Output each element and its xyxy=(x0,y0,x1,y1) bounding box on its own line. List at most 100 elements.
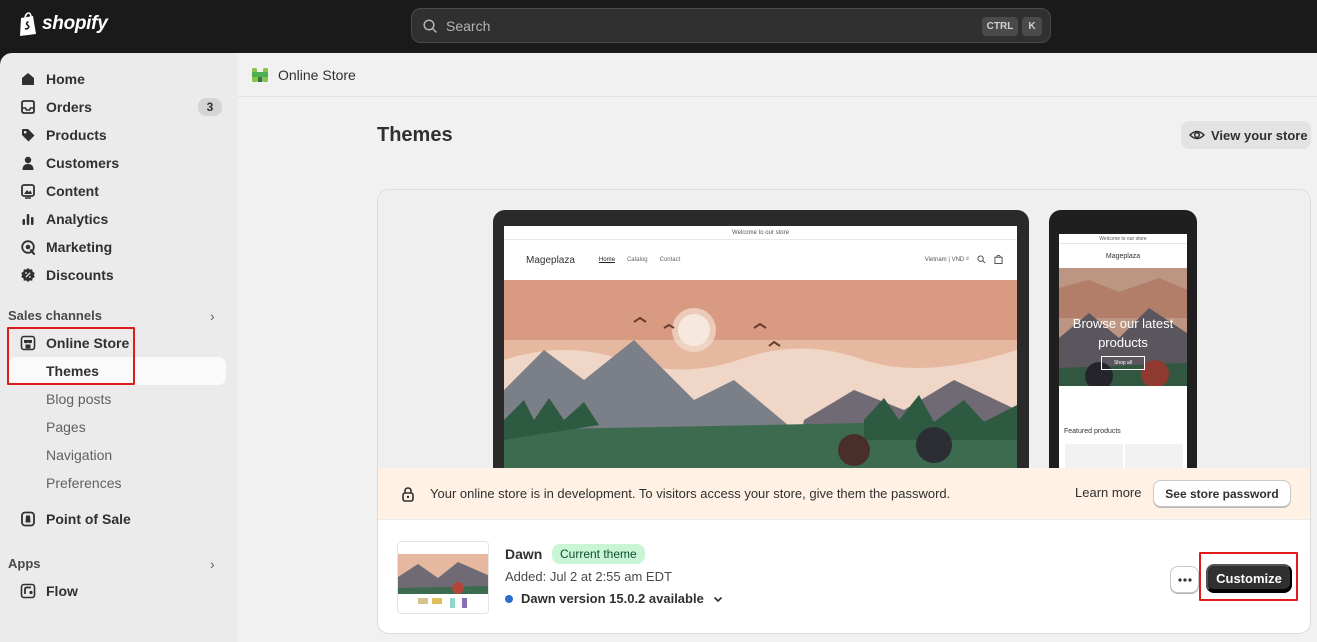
sidebar-item-label: Marketing xyxy=(46,239,113,255)
sidebar-item-label: Online Store xyxy=(46,335,130,351)
content-icon xyxy=(21,184,35,199)
preview-cart-icon xyxy=(994,255,1003,264)
marketing-icon xyxy=(21,240,35,255)
sales-channels-heading[interactable]: Sales channels xyxy=(8,308,102,323)
orders-icon xyxy=(21,100,35,114)
sidebar-item-themes[interactable]: Themes xyxy=(8,357,226,385)
sidebar-item-pages[interactable]: Pages xyxy=(8,413,226,441)
customize-button[interactable]: Customize xyxy=(1206,564,1292,592)
preview-nav-contact: Contact xyxy=(659,257,681,263)
sidebar-item-content[interactable]: Content xyxy=(8,177,228,205)
chevron-right-icon[interactable]: › xyxy=(210,556,215,572)
preview-store-name: Mageplaza xyxy=(526,254,575,266)
person-icon xyxy=(22,156,34,170)
home-icon xyxy=(22,73,34,85)
online-store-app-icon xyxy=(252,67,268,82)
sidebar-item-customers[interactable]: Customers xyxy=(8,149,228,177)
theme-name: Dawn xyxy=(505,546,543,562)
preview-search-icon xyxy=(977,255,986,264)
sidebar-item-analytics[interactable]: Analytics xyxy=(8,205,228,233)
apps-heading[interactable]: Apps xyxy=(8,556,41,571)
view-store-button[interactable]: View your store xyxy=(1181,121,1311,149)
point-of-sale-icon xyxy=(21,511,35,527)
preview-region: Vietnam | VND ₫ xyxy=(924,256,969,263)
sidebar-item-discounts[interactable]: Discounts xyxy=(8,261,228,289)
discount-icon xyxy=(21,268,35,282)
sidebar-item-products[interactable]: Products xyxy=(8,121,228,149)
preview-header-right: Vietnam | VND ₫ xyxy=(925,255,1003,264)
development-banner: Your online store is in development. To … xyxy=(378,468,1310,519)
preview-nav-home: Home xyxy=(598,257,615,263)
brand-name: shopify xyxy=(42,13,108,34)
learn-more-link[interactable]: Learn more xyxy=(1075,485,1141,500)
orders-count-badge: 3 xyxy=(198,98,222,116)
sidebar-item-navigation[interactable]: Navigation xyxy=(8,441,226,469)
sidebar-item-label: Orders xyxy=(46,99,92,115)
sidebar-item-blog-posts[interactable]: Blog posts xyxy=(8,385,226,413)
search-bar[interactable]: Search CTRL K xyxy=(411,8,1051,43)
sidebar-item-label: Flow xyxy=(46,583,78,599)
preview-nav: Home Catalog Contact xyxy=(599,257,680,263)
theme-version-update[interactable]: Dawn version 15.0.2 available xyxy=(505,591,724,606)
mobile-store-name: Mageplaza xyxy=(1105,252,1141,260)
mobile-header: Mageplaza xyxy=(1059,244,1187,268)
see-store-password-button[interactable]: See store password xyxy=(1153,480,1291,507)
development-message: Your online store is in development. To … xyxy=(430,486,951,501)
ellipsis-icon xyxy=(1177,577,1192,582)
sidebar-item-label: Home xyxy=(46,71,85,87)
sidebar-item-home[interactable]: Home xyxy=(8,65,228,93)
mobile-preview: Welcome to our store Mageplaza Browse ou… xyxy=(1049,210,1197,468)
mobile-product-tile xyxy=(1125,444,1183,468)
sidebar-item-orders[interactable]: Orders 3 xyxy=(8,93,228,121)
sidebar-item-label: Point of Sale xyxy=(46,511,131,527)
chevron-down-icon xyxy=(713,596,722,602)
more-actions-button[interactable] xyxy=(1170,566,1199,593)
current-theme-badge: Current theme xyxy=(552,544,645,564)
section-header: Online Store xyxy=(238,53,1317,97)
theme-thumbnail-image xyxy=(398,542,488,613)
preview-nav-catalog: Catalog xyxy=(626,257,648,263)
flow-icon xyxy=(20,583,36,599)
eye-icon xyxy=(1189,130,1205,140)
theme-thumbnail[interactable] xyxy=(397,541,489,614)
sidebar-item-label: Analytics xyxy=(46,211,109,227)
mobile-featured-heading: Featured products xyxy=(1064,428,1121,435)
desktop-preview-screen: Welcome to our store Mageplaza Home Cata… xyxy=(504,226,1017,468)
mobile-shop-all-button: Shop all xyxy=(1101,356,1145,370)
mobile-preview-screen: Welcome to our store Mageplaza Browse ou… xyxy=(1059,234,1187,468)
preview-announcement: Welcome to our store xyxy=(504,226,1017,240)
desktop-preview: Welcome to our store Mageplaza Home Cata… xyxy=(493,210,1029,468)
lock-icon xyxy=(402,486,414,502)
view-store-label: View your store xyxy=(1211,127,1308,143)
top-bar: shopify Search CTRL K xyxy=(0,0,1317,53)
store-icon xyxy=(20,335,36,351)
shortcut-ctrl-key: CTRL xyxy=(982,17,1018,36)
search-icon xyxy=(423,18,437,33)
theme-added-date: Added: Jul 2 at 2:55 am EDT xyxy=(505,569,672,584)
shortcut-k-key: K xyxy=(1022,17,1042,36)
sidebar-item-marketing[interactable]: Marketing xyxy=(8,233,228,261)
analytics-icon xyxy=(22,214,34,225)
mobile-product-tile xyxy=(1065,444,1123,468)
search-input[interactable]: Search xyxy=(446,18,490,34)
mobile-hero-text: Browse our latest products xyxy=(1072,316,1174,350)
sidebar-item-online-store[interactable]: Online Store xyxy=(8,329,228,357)
page-title: Themes xyxy=(377,124,453,146)
sidebar-item-preferences[interactable]: Preferences xyxy=(8,469,226,497)
tag-icon xyxy=(22,129,35,142)
current-theme-row: Dawn Current theme Added: Jul 2 at 2:55 … xyxy=(378,519,1310,633)
sidebar-item-label: Content xyxy=(46,183,99,199)
shopify-logo[interactable]: shopify xyxy=(18,12,108,36)
mobile-announcement: Welcome to our store xyxy=(1059,234,1187,244)
chevron-right-icon[interactable]: › xyxy=(210,308,215,324)
section-title: Online Store xyxy=(278,66,356,83)
sidebar-item-label: Products xyxy=(46,127,107,143)
shopify-bag-icon xyxy=(20,12,36,36)
preview-hero-illustration xyxy=(504,280,1017,468)
theme-version-label: Dawn version 15.0.2 available xyxy=(521,591,704,606)
sidebar-item-point-of-sale[interactable]: Point of Sale xyxy=(8,505,228,533)
sidebar-item-label: Discounts xyxy=(46,267,114,283)
theme-card: Welcome to our store Mageplaza Home Cata… xyxy=(377,189,1311,634)
theme-preview: Welcome to our store Mageplaza Home Cata… xyxy=(378,190,1310,468)
sidebar-item-flow[interactable]: Flow xyxy=(8,577,228,605)
